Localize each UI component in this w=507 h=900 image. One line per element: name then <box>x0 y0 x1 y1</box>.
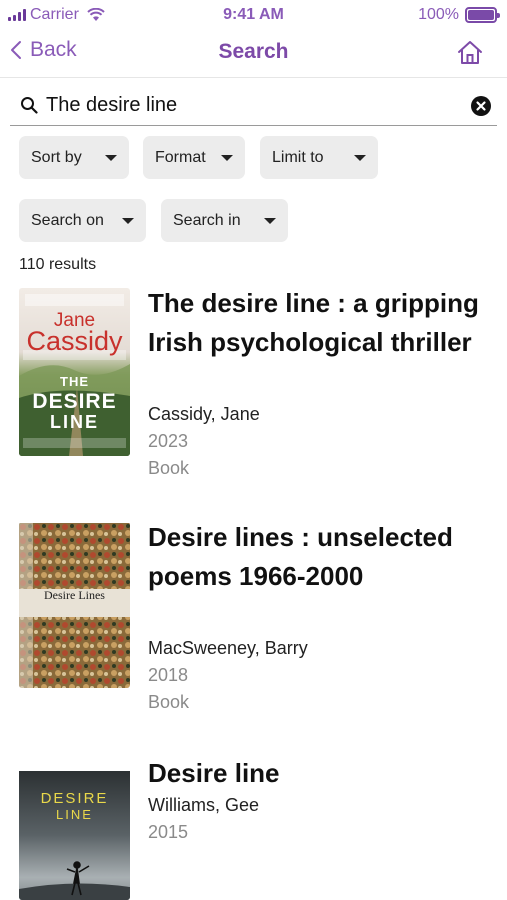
search-bar <box>10 86 497 126</box>
format-dropdown[interactable]: Format <box>143 136 245 179</box>
book-cover[interactable]: Jane Cassidy THE DESIRE LINE <box>19 288 130 456</box>
result-title[interactable]: Desire lines : unselected poems 1966-200… <box>148 518 493 596</box>
search-on-label: Search on <box>31 211 104 229</box>
format-label: Format <box>155 148 206 166</box>
carrier-label: Carrier <box>30 6 79 23</box>
battery-icon <box>465 7 500 23</box>
clear-icon[interactable] <box>471 96 491 116</box>
sort-by-label: Sort by <box>31 148 82 166</box>
chevron-left-icon <box>11 41 21 59</box>
back-label: Back <box>30 38 77 61</box>
result-format: Book <box>148 692 190 712</box>
cover-title-line-2: LINE <box>56 807 93 822</box>
cover-title-line-1: THE <box>60 374 89 389</box>
result-author: Williams, Gee <box>148 795 260 815</box>
navigation-bar: Back Search <box>0 30 507 78</box>
battery-percentage: 100% <box>418 6 459 23</box>
result-year: 2018 <box>148 665 189 685</box>
search-input[interactable] <box>46 90 456 120</box>
results-count: 110 results <box>19 256 97 273</box>
home-icon[interactable] <box>455 38 485 68</box>
result-author: MacSweeney, Barry <box>148 638 308 658</box>
cover-author-last: Cassidy <box>26 326 123 356</box>
caret-down-icon <box>221 155 233 161</box>
cover-title-line-2: DESIRE <box>32 390 117 413</box>
cover-title-line-1: DESIRE <box>40 790 109 807</box>
book-cover[interactable]: DESIRE LINE <box>19 758 130 900</box>
cover-title: Desire Lines <box>44 588 105 602</box>
result-year: 2023 <box>148 431 189 451</box>
back-button[interactable]: Back <box>8 38 77 62</box>
caret-down-icon <box>264 218 276 224</box>
status-bar: Carrier 9:41 AM 100% <box>0 0 507 30</box>
result-year: 2015 <box>148 822 189 842</box>
status-right: 100% <box>418 6 500 24</box>
book-cover[interactable]: Desire Lines <box>19 522 130 688</box>
caret-down-icon <box>354 155 366 161</box>
search-in-dropdown[interactable]: Search in <box>161 199 288 242</box>
caret-down-icon <box>122 218 134 224</box>
signal-icon <box>8 9 26 21</box>
caret-down-icon <box>105 155 117 161</box>
limit-to-label: Limit to <box>272 148 324 166</box>
sort-by-dropdown[interactable]: Sort by <box>19 136 129 179</box>
result-author: Cassidy, Jane <box>148 404 260 424</box>
search-icon <box>21 97 38 114</box>
result-title[interactable]: The desire line : a gripping Irish psych… <box>148 284 493 362</box>
status-left: Carrier <box>8 6 105 24</box>
search-in-label: Search in <box>173 211 241 229</box>
result-title[interactable]: Desire line <box>148 754 493 793</box>
limit-to-dropdown[interactable]: Limit to <box>260 136 378 179</box>
search-on-dropdown[interactable]: Search on <box>19 199 146 242</box>
wifi-icon <box>87 8 105 21</box>
cover-title-line-3: LINE <box>49 412 99 432</box>
result-format: Book <box>148 458 190 478</box>
